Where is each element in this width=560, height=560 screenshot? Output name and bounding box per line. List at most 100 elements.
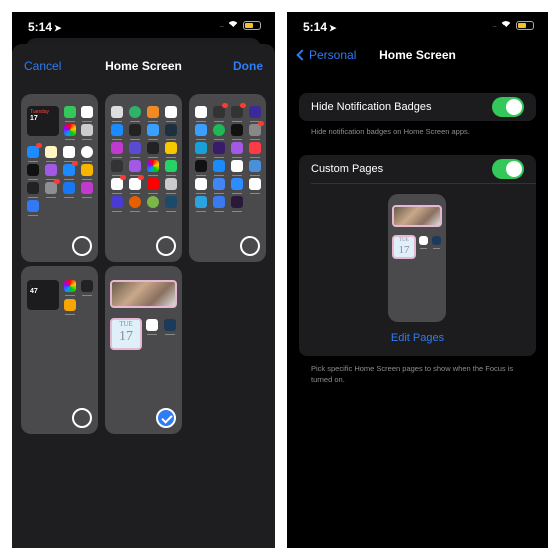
custom-page-preview[interactable]: TUE 17 (388, 194, 446, 322)
page-select-checkbox[interactable] (156, 236, 176, 256)
app-icon (164, 196, 177, 212)
app-icon (146, 124, 159, 140)
custom-pages-label: Custom Pages (311, 163, 384, 175)
wifi-icon (227, 21, 239, 30)
signal-icon: .... (492, 22, 497, 29)
app-icon (110, 106, 123, 122)
app-icon (110, 142, 123, 158)
app-icon (164, 319, 176, 335)
app-icon (248, 160, 261, 176)
left-screen: 5:14 ➤ .... Cancel Home Screen Done Tuesd… (12, 12, 275, 548)
health-app-icon (230, 160, 243, 176)
files-app-icon (110, 124, 123, 140)
hide-badges-toggle[interactable] (492, 97, 524, 117)
battery-charging-icon (243, 21, 261, 30)
signal-icon: .... (219, 22, 224, 29)
edit-pages-button[interactable]: Edit Pages (299, 332, 536, 344)
home-page-2[interactable] (105, 94, 182, 262)
camera-app-icon (164, 178, 177, 194)
app-icon (146, 160, 159, 176)
page-select-checkbox[interactable] (240, 236, 260, 256)
hide-badges-label: Hide Notification Badges (311, 101, 432, 113)
telegram-app-icon (194, 196, 207, 212)
mail-app-icon (26, 143, 42, 162)
health-app-icon (164, 106, 177, 122)
youtube-app-icon (146, 178, 159, 194)
app-icon (432, 236, 441, 249)
custom-pages-toggle[interactable] (492, 159, 524, 179)
divider (311, 183, 536, 184)
tv-app-icon (26, 164, 39, 180)
home-page-5[interactable]: TUE 17 (105, 266, 182, 434)
calendar-widget: TUE 17 (110, 318, 142, 350)
status-bar: 5:14 ➤ .... (287, 12, 548, 42)
app-icon (248, 106, 261, 122)
wifi-icon (500, 21, 512, 30)
notes-app-icon (44, 146, 57, 162)
custom-pages-group: Custom Pages TUE 17 Edit Pages (299, 155, 536, 356)
whatsapp-app-icon (164, 160, 177, 176)
app-icon (64, 299, 76, 315)
facetime-app-icon (64, 106, 76, 122)
books-app-icon (146, 106, 159, 122)
hide-badges-footer: Hide notification badges on Home Screen … (311, 127, 470, 136)
home-page-4[interactable]: · 47 (21, 266, 98, 434)
google-maps-app-icon (146, 319, 158, 335)
home-page-1[interactable]: Tuesday 17 (21, 94, 98, 262)
custom-pages-footer: Pick specific Home Screen pages to show … (311, 364, 514, 384)
camera-app-icon (81, 124, 93, 140)
clock-app-icon (80, 146, 93, 162)
home-page-3[interactable] (189, 94, 266, 262)
location-arrow-icon: ➤ (54, 23, 62, 33)
calendar-app-icon (81, 106, 93, 122)
app-icon (230, 124, 243, 140)
watch-app-icon (81, 280, 93, 296)
files-app-icon (212, 160, 225, 176)
page-select-checkbox[interactable] (72, 236, 92, 256)
wallet-app-icon (26, 182, 39, 198)
page-select-checkbox[interactable] (72, 408, 92, 428)
home-screen-picker-sheet: Cancel Home Screen Done Tuesday 17 · 47 … (12, 44, 275, 548)
app-icon (212, 103, 228, 122)
spotify-app-icon (212, 124, 225, 140)
watch-app-icon (146, 142, 159, 158)
messenger-app-icon (194, 106, 207, 122)
page-select-checkbox-checked[interactable] (156, 408, 176, 428)
google-drive-app-icon (194, 178, 207, 194)
app-icon (80, 182, 93, 198)
weather-widget: · 47 (27, 280, 59, 310)
done-button[interactable]: Done (233, 59, 263, 73)
stocks-app-icon (128, 124, 141, 140)
status-time: 5:14 ➤ (303, 20, 337, 34)
reminders-app-icon (62, 146, 75, 162)
app-icon (194, 124, 207, 140)
photos-app-icon (64, 124, 76, 140)
app-icon (212, 142, 225, 158)
google-docs-app-icon (212, 178, 225, 194)
app-icon (128, 160, 141, 176)
facebook-app-icon (62, 182, 75, 198)
zoom-app-icon (230, 178, 243, 194)
photo-widget (392, 205, 442, 227)
app-icon (128, 106, 141, 122)
app-icon (110, 160, 123, 176)
firefox-app-icon (128, 196, 141, 212)
podcasts-app-icon (44, 164, 57, 180)
podcasts-app-icon (230, 142, 243, 158)
settings-app-icon (248, 121, 264, 140)
shortcuts-app-icon (128, 142, 141, 158)
tips-app-icon (164, 142, 177, 158)
right-screen: 5:14 ➤ .... Personal Home Screen Hide Not… (287, 12, 548, 548)
music-app-icon (248, 142, 261, 158)
settings-app-icon (44, 179, 60, 198)
status-time: 5:14 ➤ (28, 20, 62, 34)
google-maps-app-icon (419, 236, 428, 249)
app-icon (230, 196, 243, 212)
app-icon (230, 103, 246, 122)
battery-charging-icon (516, 21, 534, 30)
app-icon (26, 200, 39, 216)
slack-app-icon (110, 175, 126, 194)
calendar-widget: TUE 17 (392, 235, 416, 259)
home-app-icon (80, 164, 93, 180)
photos-app-icon (64, 280, 76, 296)
